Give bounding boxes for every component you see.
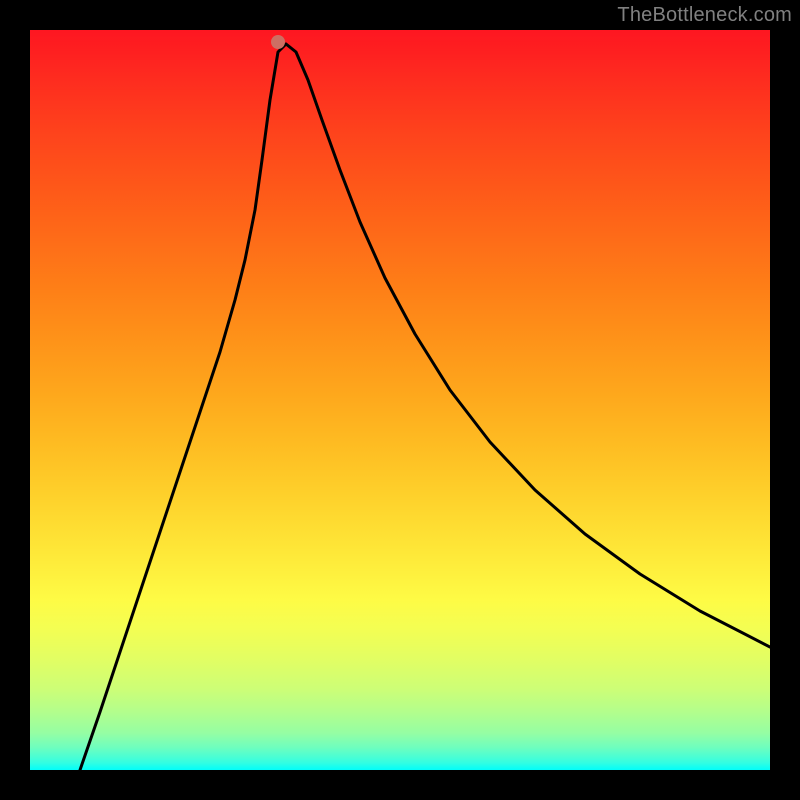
minimum-marker: [271, 35, 285, 49]
watermark-text: TheBottleneck.com: [617, 4, 792, 27]
plot-area: [30, 30, 770, 770]
chart-canvas: TheBottleneck.com: [0, 0, 800, 800]
bottleneck-curve: [30, 30, 770, 770]
